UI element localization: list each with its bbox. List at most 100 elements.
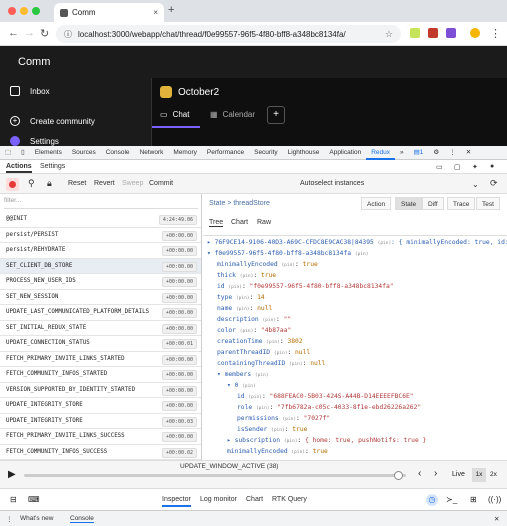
window-icon[interactable]: ▢ bbox=[454, 163, 461, 171]
action-row[interactable]: FETCH_COMMUNITY_INFOS_SUCCESS +00:00.02 bbox=[0, 445, 201, 460]
extension-icon[interactable] bbox=[428, 28, 438, 38]
tab-log-monitor[interactable]: Log monitor bbox=[200, 496, 237, 503]
action-row[interactable]: SET_CLIENT_DB_STORE +00:00.00 bbox=[0, 258, 201, 274]
test-view-button[interactable]: Test bbox=[476, 197, 500, 210]
action-row[interactable]: FETCH_COMMUNITY_INFOS_STARTED +00:00.00 bbox=[0, 367, 201, 383]
close-window-icon[interactable] bbox=[8, 7, 16, 15]
inspect-element-icon[interactable]: ⬚ bbox=[0, 146, 16, 160]
action-row[interactable]: persist/PERSIST +00:00.00 bbox=[0, 228, 201, 243]
commit-button[interactable]: Commit bbox=[149, 180, 173, 187]
address-bar[interactable]: ⓘ localhost:3000/webapp/chat/thread/f0e9… bbox=[56, 25, 401, 43]
filter-input[interactable]: filter... bbox=[4, 197, 198, 209]
speed-2x-button[interactable]: 2x bbox=[490, 471, 497, 478]
lock-icon[interactable]: 🔒︎ bbox=[47, 178, 52, 189]
broadcast-icon[interactable]: ((·)) bbox=[488, 495, 501, 504]
redux-extension-icon[interactable] bbox=[446, 28, 456, 38]
action-view-button[interactable]: Action bbox=[361, 197, 392, 210]
state-view-button[interactable]: State bbox=[395, 197, 423, 210]
menu-icon[interactable]: ⋮ bbox=[490, 27, 501, 40]
sweep-button[interactable]: Sweep bbox=[122, 180, 143, 187]
more-tabs-button[interactable]: » bbox=[395, 146, 409, 160]
devtools-menu-icon[interactable]: ⋮ bbox=[444, 146, 461, 160]
issues-badge[interactable]: ▤1 bbox=[409, 146, 429, 160]
tree-node[interactable]: creationTime (pin): 3802 bbox=[217, 338, 303, 345]
action-row[interactable]: FETCH_PRIMARY_INVITE_LINKS_SUCCESS +00:00… bbox=[0, 429, 201, 445]
new-tab-button[interactable]: + bbox=[168, 4, 174, 16]
tab-rtk-query[interactable]: RTK Query bbox=[272, 496, 307, 503]
step-back-icon[interactable]: ‹ bbox=[418, 468, 421, 479]
tree-node[interactable]: ▾ 0 (pin) bbox=[227, 382, 256, 389]
dock-icon[interactable]: ⊟ bbox=[10, 495, 17, 504]
tree-node[interactable]: type (pin): 14 bbox=[217, 294, 265, 301]
tab-calendar[interactable]: ▦ Calendar bbox=[210, 110, 255, 119]
tree-node[interactable]: isSender (pin): true bbox=[237, 426, 307, 433]
tree-node[interactable]: ▸ 76F9CE14-9106-40D3-A69C-CFDC8E9CAC38|8… bbox=[207, 239, 507, 246]
tab-elements[interactable]: Elements bbox=[30, 146, 67, 160]
action-row[interactable]: UPDATE_INTEGRITY_STORE +00:00.00 bbox=[0, 398, 201, 414]
action-row[interactable]: VERSION_SUPPORTED_BY_IDENTITY_STARTED +00… bbox=[0, 383, 201, 398]
slider-thumb[interactable] bbox=[394, 471, 404, 480]
sidebar-item-settings[interactable]: Settings bbox=[10, 136, 59, 146]
instance-selector[interactable]: Autoselect instances bbox=[300, 180, 364, 187]
speed-1x-button[interactable]: 1x bbox=[472, 468, 486, 482]
forward-icon[interactable]: → bbox=[24, 27, 35, 39]
sidebar-item-inbox[interactable]: Inbox bbox=[10, 86, 50, 96]
info-icon[interactable]: ⓘ bbox=[64, 29, 72, 40]
bookmark-star-icon[interactable]: ☆ bbox=[385, 29, 393, 40]
github-icon[interactable]: ● bbox=[490, 163, 494, 170]
tab-chart-monitor[interactable]: Chart bbox=[246, 496, 263, 503]
keyboard-icon[interactable]: ⌨ bbox=[28, 495, 40, 504]
action-row[interactable]: PROCESS_NEW_USER_IDS +00:00.00 bbox=[0, 274, 201, 290]
step-forward-icon[interactable]: › bbox=[434, 468, 437, 479]
tab-security[interactable]: Security bbox=[249, 146, 282, 160]
action-row[interactable]: SET_NEW_SESSION +00:00.00 bbox=[0, 290, 201, 305]
tree-node[interactable]: description (pin): "" bbox=[217, 316, 291, 323]
tab-whats-new[interactable]: What's new bbox=[20, 515, 53, 522]
action-row[interactable]: UPDATE_INTEGRITY_STORE +00:00.03 bbox=[0, 414, 201, 429]
tab-memory[interactable]: Memory bbox=[168, 146, 201, 160]
action-row[interactable]: FETCH_PRIMARY_INVITE_LINKS_STARTED +00:00… bbox=[0, 352, 201, 367]
grid-icon[interactable]: ⊞ bbox=[470, 495, 477, 504]
action-row[interactable]: SET_INITIAL_REDUX_STATE +00:00.00 bbox=[0, 321, 201, 336]
extension-icon[interactable] bbox=[410, 28, 420, 38]
tree-node[interactable]: color (pin): "4b87aa" bbox=[217, 327, 291, 334]
close-devtools-icon[interactable]: ✕ bbox=[461, 146, 476, 160]
twitter-icon[interactable]: ✦ bbox=[472, 163, 478, 171]
record-button[interactable] bbox=[6, 178, 19, 191]
tree-node[interactable]: thick (pin): true bbox=[217, 272, 276, 279]
close-drawer-icon[interactable]: ✕ bbox=[494, 515, 499, 523]
diff-view-button[interactable]: Diff bbox=[422, 197, 444, 210]
reset-button[interactable]: Reset bbox=[68, 180, 86, 187]
tab-network[interactable]: Network bbox=[135, 146, 169, 160]
tab-tree[interactable]: Tree bbox=[209, 219, 224, 227]
action-row[interactable]: @@INIT 4:24:49.06 bbox=[0, 212, 201, 228]
play-icon[interactable]: ▶ bbox=[8, 469, 16, 480]
tree-node[interactable]: permissions (pin): "7027f" bbox=[237, 415, 330, 422]
action-row[interactable]: UPDATE_LAST_COMMUNICATED_PLATFORM_DETAIL… bbox=[0, 305, 201, 321]
live-button[interactable]: Live bbox=[452, 471, 465, 478]
action-row[interactable]: UPDATE_CONNECTION_STATUS +00:00.01 bbox=[0, 336, 201, 352]
terminal-icon[interactable]: ≻_ bbox=[446, 495, 457, 504]
tab-actions[interactable]: Actions bbox=[6, 163, 32, 173]
timer-icon[interactable]: ◷ bbox=[426, 494, 438, 506]
tree-node[interactable]: name (pin): null bbox=[217, 305, 272, 312]
tree-node[interactable]: parentThreadID (pin): null bbox=[217, 349, 310, 356]
tree-node[interactable]: ▸ subscription (pin): { home: true, push… bbox=[227, 437, 426, 444]
add-tab-button[interactable]: + bbox=[267, 106, 285, 124]
minimize-window-icon[interactable] bbox=[20, 7, 28, 15]
device-toggle-icon[interactable]: ▯ bbox=[16, 146, 30, 160]
tab-sources[interactable]: Sources bbox=[67, 146, 101, 160]
tab-lighthouse[interactable]: Lighthouse bbox=[283, 146, 325, 160]
tree-node[interactable]: minimallyEncoded (pin): true bbox=[217, 261, 318, 268]
pin-icon[interactable]: ⚲ bbox=[28, 178, 35, 189]
layout-icon[interactable]: ▭ bbox=[436, 163, 443, 171]
reload-icon[interactable]: ↻ bbox=[40, 27, 49, 40]
maximize-window-icon[interactable] bbox=[32, 7, 40, 15]
tab-settings[interactable]: Settings bbox=[40, 163, 65, 170]
revert-button[interactable]: Revert bbox=[94, 180, 115, 187]
tab-close-icon[interactable]: × bbox=[153, 8, 158, 17]
sidebar-item-create-community[interactable]: + Create community bbox=[10, 116, 95, 126]
devtools-settings-icon[interactable]: ⚙ bbox=[428, 146, 444, 160]
tab-chat[interactable]: ▭ Chat bbox=[160, 110, 189, 119]
tab-console[interactable]: Console bbox=[101, 146, 135, 160]
